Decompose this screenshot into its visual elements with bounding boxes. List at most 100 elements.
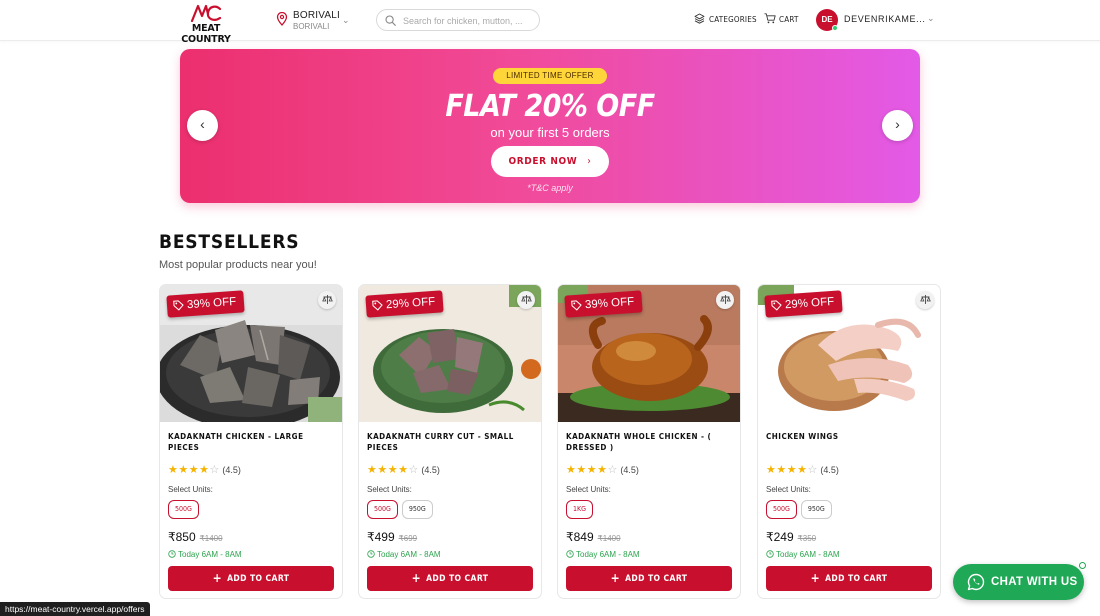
add-to-cart-label: ADD TO CART [426,574,489,584]
compare-button[interactable] [716,291,734,309]
product-card[interactable]: 39% OFF KADAKNATH WHOLE CHICKEN - ( DRES… [557,284,741,599]
chevron-down-icon: ⌄ [342,15,350,25]
original-price: ₹350 [797,534,817,543]
tag-icon [571,300,582,311]
location-area: BORIVALI [293,22,330,31]
banner-next-button[interactable]: › [882,110,913,141]
search-box[interactable] [376,9,540,31]
promo-subtitle: on your first 5 orders [490,125,610,140]
unit-options: 500G 950G [766,498,836,519]
brand-logo[interactable]: MEAT COUNTRY [172,4,240,45]
categories-link[interactable]: CATEGORIES [694,13,757,27]
location-pin-icon [276,12,288,26]
chat-notification-dot [1079,562,1086,569]
add-to-cart-button[interactable]: + ADD TO CART [766,566,932,591]
product-card[interactable]: 39% OFF KADAKNATH CHICKEN - LARGE PIECES… [159,284,343,599]
unit-option[interactable]: 1KG [566,500,594,519]
order-now-button[interactable]: ORDER NOW › [491,146,609,177]
product-rating: ★★★★☆ (4.5) [367,463,440,476]
product-image[interactable]: 39% OFF [558,285,740,422]
product-name[interactable]: KADAKNATH CHICKEN - LARGE PIECES [168,431,336,453]
plus-icon: + [411,571,422,585]
compare-button[interactable] [916,291,934,309]
units-label: Select Units: [766,485,811,494]
product-image[interactable]: 29% OFF [758,285,940,422]
tag-icon [173,300,184,311]
logo-mark-icon [190,4,222,22]
online-status-dot [832,25,838,31]
clock-icon [766,550,774,558]
delivery-text: Today 6AM - 8AM [776,550,840,559]
star-empty-icon: ☆ [408,464,419,476]
unit-option[interactable]: 950G [401,500,433,519]
product-card[interactable]: 29% OFF KADAKNATH CURRY CUT - SMALL PIEC… [358,284,542,599]
unit-options: 500G 950G [367,498,437,519]
search-input[interactable] [403,13,535,28]
product-name[interactable]: KADAKNATH WHOLE CHICKEN - ( DRESSED ) [566,431,734,453]
unit-option[interactable]: 500G [766,500,797,519]
plus-icon: + [610,571,621,585]
product-rating: ★★★★☆ (4.5) [766,463,839,476]
section-title: BESTSELLERS [159,231,300,253]
chevron-down-icon[interactable]: ⌄ [927,13,935,24]
unit-option[interactable]: 500G [168,500,199,519]
add-to-cart-label: ADD TO CART [625,574,688,584]
discount-text: 29% OFF [385,295,436,312]
current-price: ₹249 [766,530,794,544]
compare-button[interactable] [517,291,535,309]
chat-label: CHAT WITH US [991,576,1078,588]
logo-text: MEAT COUNTRY [181,23,231,45]
delivery-slot: Today 6AM - 8AM [168,550,242,559]
top-navbar: MEAT COUNTRY BORIVALI BORIVALI ⌄ Search … [0,0,1100,45]
add-to-cart-label: ADD TO CART [227,574,290,584]
original-price: ₹1400 [597,534,621,543]
clock-icon [168,550,176,558]
product-rating: ★★★★☆ (4.5) [566,463,639,476]
scale-icon [719,295,731,304]
delivery-text: Today 6AM - 8AM [377,550,441,559]
product-card[interactable]: 29% OFF CHICKEN WINGS ★★★★☆ (4.5) Select … [757,284,941,599]
current-price: ₹849 [566,530,594,544]
star-icons: ★★★★ [168,464,210,476]
rating-value: (4.5) [222,465,241,475]
scale-icon [520,295,532,304]
add-to-cart-button[interactable]: + ADD TO CART [367,566,533,591]
product-image[interactable]: 39% OFF [160,285,342,422]
cart-link[interactable]: CART [764,13,804,27]
section-subtitle: Most popular products near you! [159,259,317,271]
compare-button[interactable] [318,291,336,309]
username[interactable]: DEVENRIKAME... [844,14,925,24]
promo-banner[interactable]: LIMITED TIME OFFER FLAT 20% OFF on your … [180,49,920,203]
current-price: ₹499 [367,530,395,544]
chat-with-us-button[interactable]: CHAT WITH US [953,564,1084,600]
add-to-cart-button[interactable]: + ADD TO CART [566,566,732,591]
cart-icon [764,13,776,24]
categories-label: CATEGORIES [709,15,757,24]
delivery-slot: Today 6AM - 8AM [367,550,441,559]
plus-icon: + [810,571,821,585]
banner-prev-button[interactable]: ‹ [187,110,218,141]
clock-icon [566,550,574,558]
unit-option[interactable]: 950G [800,500,832,519]
page: MEAT COUNTRY BORIVALI BORIVALI ⌄ Search … [0,0,1100,616]
delivery-slot: Today 6AM - 8AM [566,550,640,559]
promo-badge: LIMITED TIME OFFER [493,68,607,84]
order-now-label: ORDER NOW [508,156,578,167]
location-selector[interactable]: BORIVALI BORIVALI ⌄ [276,9,356,33]
unit-option[interactable]: 500G [367,500,398,519]
discount-text: 39% OFF [584,295,635,312]
product-name[interactable]: CHICKEN WINGS [766,431,934,442]
chevron-left-icon: ‹ [200,116,205,132]
product-name[interactable]: KADAKNATH CURRY CUT - SMALL PIECES [367,431,535,453]
star-empty-icon: ☆ [807,464,818,476]
add-to-cart-label: ADD TO CART [825,574,888,584]
add-to-cart-button[interactable]: + ADD TO CART [168,566,334,591]
scale-icon [321,295,333,304]
star-empty-icon: ☆ [209,464,220,476]
original-price: ₹699 [398,534,418,543]
product-image[interactable]: 29% OFF [359,285,541,422]
clock-icon [367,550,375,558]
product-rating: ★★★★☆ (4.5) [168,463,241,476]
rating-value: (4.5) [421,465,440,475]
units-label: Select Units: [367,485,412,494]
